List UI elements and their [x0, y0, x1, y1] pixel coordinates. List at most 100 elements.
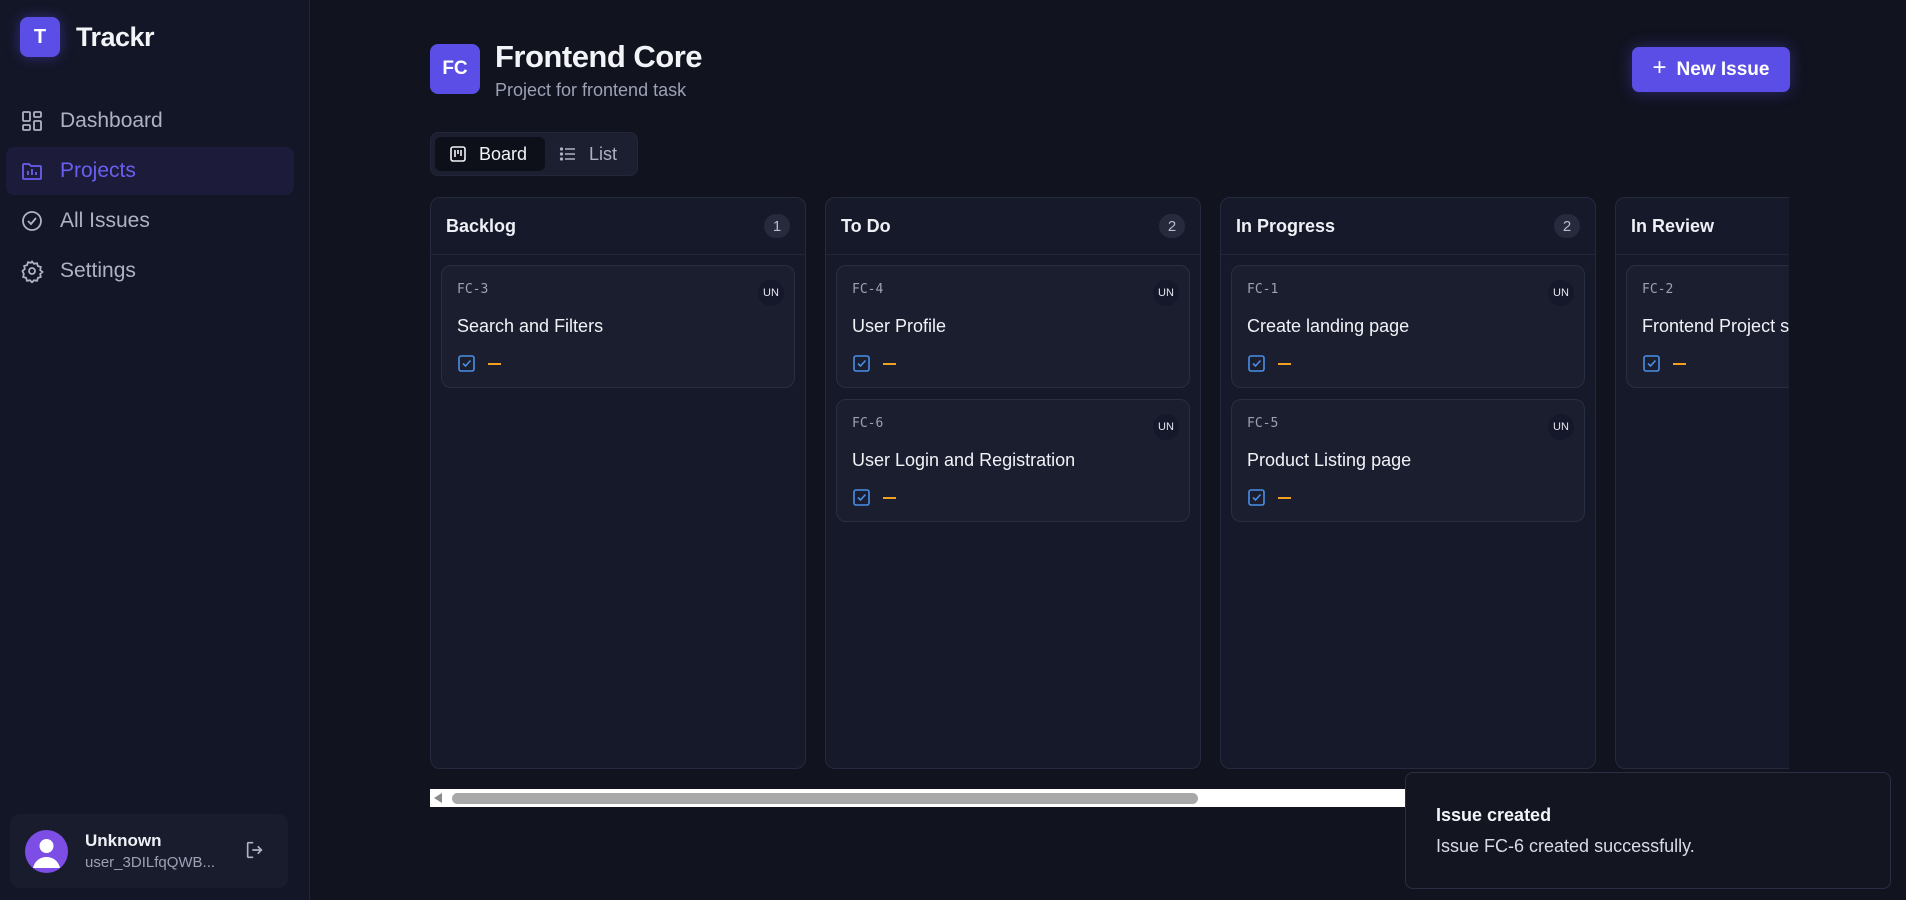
priority-medium-icon [488, 362, 501, 365]
sidebar-item-label: Dashboard [60, 109, 163, 132]
user-icon [33, 838, 60, 868]
toast-title: Issue created [1436, 805, 1552, 825]
issue-key: FC-4 [852, 282, 884, 297]
column-header: To Do 2 [826, 198, 1200, 255]
user-card[interactable]: Unknown user_3DILfqQWB... [10, 814, 288, 888]
column-in-progress: In Progress 2 FC-1 UN Create landing pag… [1220, 197, 1596, 769]
toast-notification[interactable]: Issue created Issue FC-6 created success… [1405, 772, 1891, 889]
column-title: Backlog [446, 215, 517, 236]
issue-title: User Profile [852, 316, 947, 336]
issue-card[interactable]: FC-6 UN User Login and Registration [836, 399, 1190, 522]
issue-meta [1642, 354, 1686, 373]
column-header: Backlog 1 [431, 198, 805, 255]
sidebar-item-label: All Issues [60, 209, 150, 232]
view-toggle: Board List [430, 132, 638, 176]
issue-title: Frontend Project setup [1642, 316, 1789, 336]
issue-meta [1247, 354, 1291, 373]
issue-key: FC-3 [457, 282, 489, 297]
issue-card[interactable]: FC-3 UN Search and Filters [441, 265, 795, 388]
kanban-board: Backlog 1 FC-3 UN Search and Filters To … [430, 197, 1789, 769]
issue-key: FC-1 [1247, 282, 1279, 297]
sidebar-item-settings[interactable]: Settings [6, 247, 294, 295]
sidebar-nav: Dashboard Projects All Issues Settings [6, 97, 294, 297]
sidebar-item-dashboard[interactable]: Dashboard [6, 97, 294, 145]
priority-medium-icon [1278, 362, 1291, 365]
issue-meta [852, 488, 896, 507]
column-header: In Progress 2 [1221, 198, 1595, 255]
avatar [25, 829, 68, 873]
user-name: Unknown [85, 831, 162, 850]
scroll-left-arrow-icon[interactable] [434, 793, 442, 803]
dashboard-icon [20, 109, 44, 133]
new-issue-button[interactable]: + New Issue [1632, 47, 1790, 92]
sidebar-item-label: Projects [60, 159, 136, 182]
folder-icon [20, 159, 44, 183]
user-id: user_3DILfqQWB... [85, 854, 216, 871]
gear-icon [20, 259, 44, 283]
assignee-avatar: UN [758, 280, 784, 306]
issue-title: User Login and Registration [852, 450, 1076, 470]
sidebar-item-projects[interactable]: Projects [6, 147, 294, 195]
task-icon [458, 355, 475, 372]
task-icon [853, 355, 870, 372]
task-icon [1248, 489, 1265, 506]
assignee-avatar: UN [1153, 414, 1179, 440]
issue-meta [1247, 488, 1291, 507]
issue-card[interactable]: FC-1 UN Create landing page [1231, 265, 1585, 388]
tab-board-label: Board [479, 143, 528, 164]
brand[interactable]: T Trackr [20, 17, 155, 57]
issue-title: Create landing page [1247, 316, 1410, 336]
list-icon [559, 145, 577, 163]
column-title: To Do [841, 215, 891, 236]
issue-key: FC-2 [1642, 282, 1674, 297]
toast-message: Issue FC-6 created successfully. [1436, 836, 1695, 856]
issue-key: FC-5 [1247, 416, 1279, 431]
app-logo: T [20, 17, 60, 57]
task-icon [1643, 355, 1660, 372]
issue-card[interactable]: FC-4 UN User Profile [836, 265, 1190, 388]
priority-medium-icon [1673, 362, 1686, 365]
main-content: FC Frontend Core Project for frontend ta… [310, 0, 1906, 900]
column-title: In Review [1631, 215, 1715, 236]
scrollbar-thumb[interactable] [452, 793, 1198, 804]
page-title: Frontend Core [495, 39, 703, 74]
logout-icon[interactable] [244, 839, 266, 861]
user-info: Unknown user_3DILfqQWB... [85, 831, 235, 871]
issue-meta [457, 354, 501, 373]
column-title: In Progress [1236, 215, 1336, 236]
new-issue-label: New Issue [1676, 58, 1770, 80]
issue-title: Product Listing page [1247, 450, 1412, 470]
issue-key: FC-6 [852, 416, 884, 431]
priority-medium-icon [883, 496, 896, 499]
column-count: 2 [1554, 214, 1580, 238]
kanban-icon [449, 145, 467, 163]
sidebar: T Trackr Dashboard Projects All Issues S… [0, 0, 310, 900]
priority-medium-icon [1278, 496, 1291, 499]
column-count: 2 [1159, 214, 1185, 238]
column-backlog: Backlog 1 FC-3 UN Search and Filters [430, 197, 806, 769]
issue-card[interactable]: FC-2 UN Frontend Project setup [1626, 265, 1789, 388]
task-icon [1248, 355, 1265, 372]
plus-icon: + [1652, 54, 1667, 81]
tab-board[interactable]: Board [435, 137, 545, 171]
issue-card[interactable]: FC-5 UN Product Listing page [1231, 399, 1585, 522]
app-name: Trackr [76, 21, 155, 52]
sidebar-item-label: Settings [60, 259, 136, 282]
sidebar-item-all-issues[interactable]: All Issues [6, 197, 294, 245]
column-todo: To Do 2 FC-4 UN User Profile FC-6 UN Use… [825, 197, 1201, 769]
priority-medium-icon [883, 362, 896, 365]
check-circle-icon [20, 209, 44, 233]
task-icon [853, 489, 870, 506]
column-in-review: In Review FC-2 UN Frontend Project setup [1615, 197, 1789, 769]
tab-list-label: List [589, 143, 618, 164]
project-badge: FC [430, 44, 480, 94]
tab-list[interactable]: List [545, 137, 631, 171]
issue-meta [852, 354, 896, 373]
issue-title: Search and Filters [457, 316, 604, 336]
page-subtitle: Project for frontend task [495, 80, 687, 100]
column-header: In Review [1616, 198, 1789, 255]
assignee-avatar: UN [1548, 280, 1574, 306]
assignee-avatar: UN [1548, 414, 1574, 440]
column-count: 1 [764, 214, 790, 238]
assignee-avatar: UN [1153, 280, 1179, 306]
